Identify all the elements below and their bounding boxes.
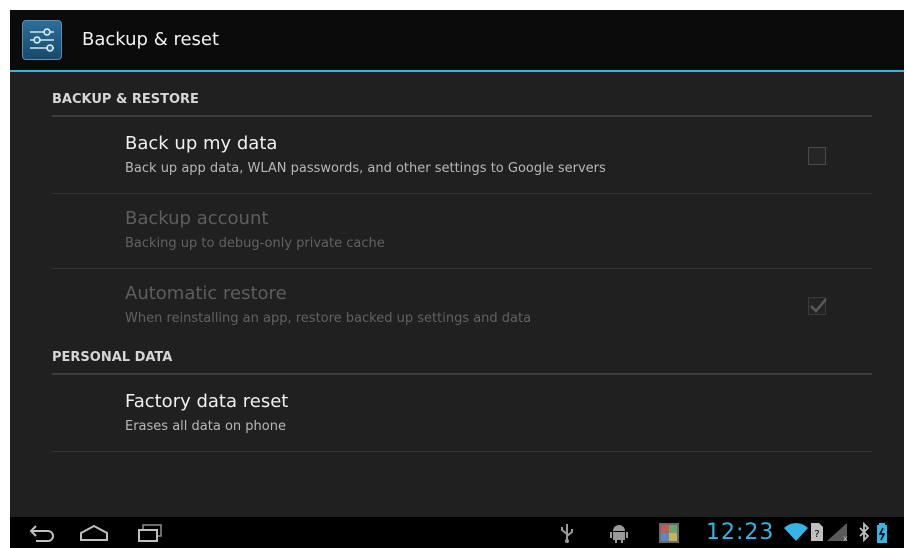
gallery-app-icon[interactable] [658, 522, 680, 544]
battery-charging-icon[interactable] [876, 522, 888, 544]
automatic-restore-checkbox [808, 297, 827, 315]
pref-title: Factory data reset [125, 391, 289, 412]
no-sim-icon[interactable]: ? [810, 522, 824, 542]
signal-icon[interactable]: x [826, 522, 850, 542]
android-debug-icon[interactable] [609, 522, 629, 544]
recent-apps-icon[interactable] [136, 523, 164, 543]
home-icon[interactable] [78, 523, 110, 543]
wifi-icon[interactable] [783, 521, 809, 543]
pref-factory-data-reset[interactable]: Factory data reset Erases all data on ph… [52, 377, 872, 452]
pref-automatic-restore: Automatic restore When reinstalling an a… [52, 269, 872, 343]
pref-back-up-my-data[interactable]: Back up my data Back up app data, WLAN p… [52, 119, 872, 194]
pref-summary: When reinstalling an app, restore backed… [125, 311, 532, 326]
back-icon[interactable] [26, 523, 56, 543]
pref-title: Back up my data [125, 133, 278, 154]
tablet-screen: Backup & reset BACKUP & RESTORE Back up … [10, 10, 904, 548]
back-up-my-data-checkbox[interactable] [808, 147, 826, 165]
usb-icon[interactable] [559, 522, 575, 544]
section-header-backup-restore: BACKUP & RESTORE [52, 92, 872, 117]
svg-text:?: ? [814, 529, 819, 540]
system-bar: 12:23 ? x [10, 517, 904, 548]
pref-summary: Erases all data on phone [125, 419, 286, 434]
settings-list: BACKUP & RESTORE Back up my data Back up… [10, 72, 904, 517]
checkmark-icon [810, 298, 827, 313]
pref-title: Automatic restore [125, 283, 287, 304]
pref-title: Backup account [125, 208, 269, 229]
action-bar: Backup & reset [10, 10, 904, 72]
settings-sliders-icon[interactable] [22, 20, 62, 60]
pref-backup-account: Backup account Backing up to debug-only … [52, 194, 872, 269]
bluetooth-icon[interactable] [858, 522, 870, 542]
section-header-personal-data: PERSONAL DATA [52, 350, 872, 375]
clock[interactable]: 12:23 [706, 520, 774, 545]
action-bar-title: Backup & reset [82, 29, 220, 50]
pref-summary: Backing up to debug-only private cache [125, 236, 385, 251]
svg-text:x: x [843, 534, 848, 542]
pref-summary: Back up app data, WLAN passwords, and ot… [125, 161, 606, 176]
